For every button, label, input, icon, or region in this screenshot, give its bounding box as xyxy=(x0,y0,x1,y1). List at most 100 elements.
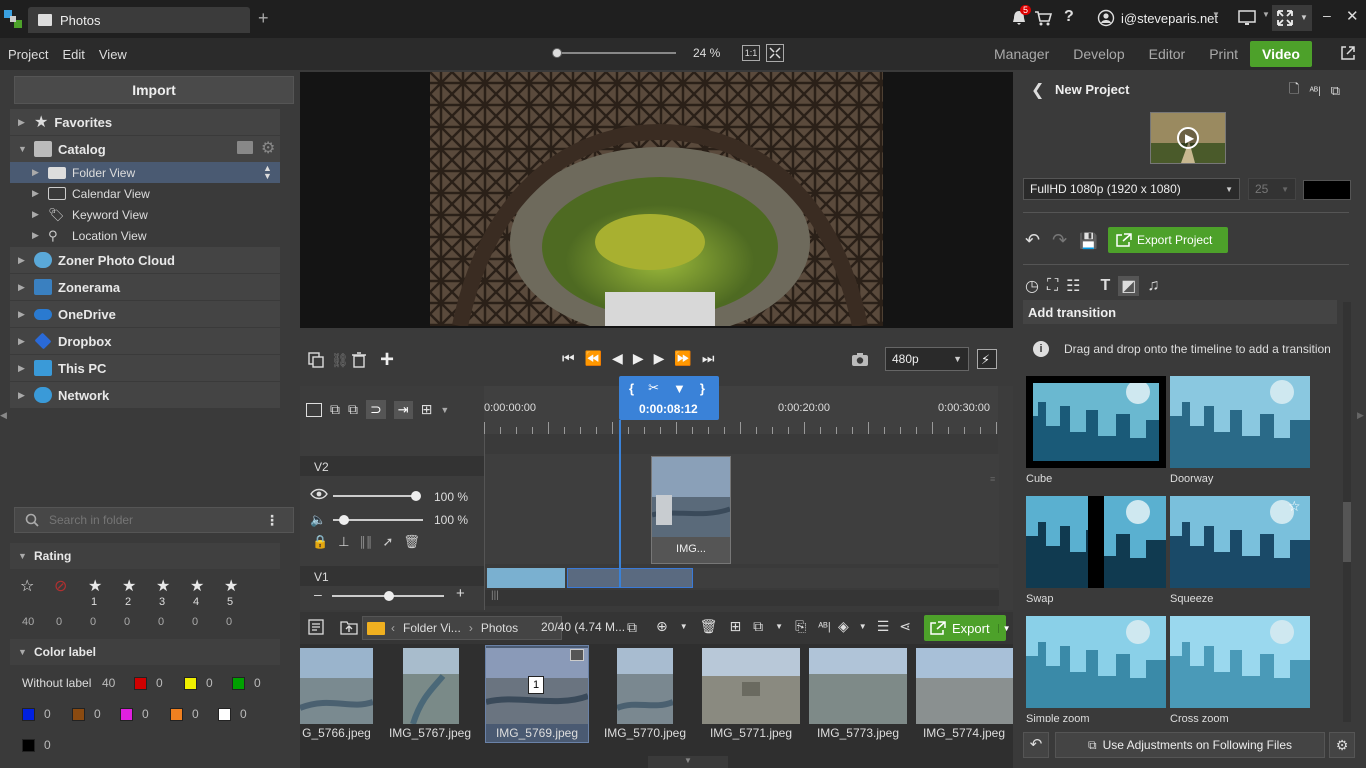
transition-tile[interactable] xyxy=(1026,376,1166,468)
prev-clip-icon[interactable]: ⏪ xyxy=(585,350,602,367)
monitor-icon[interactable] xyxy=(1238,9,1258,27)
menu-edit[interactable]: Edit xyxy=(62,47,84,62)
tree-dropbox[interactable]: ▶ Dropbox xyxy=(10,328,280,354)
color-label-swatch[interactable] xyxy=(72,708,85,721)
minimize-icon[interactable]: – xyxy=(1323,7,1331,23)
opacity-slider[interactable] xyxy=(333,491,421,501)
chevron-down-icon[interactable]: ▼ xyxy=(440,405,449,415)
add-folder-icon[interactable] xyxy=(237,141,253,154)
favorite-star-icon[interactable]: ☆ xyxy=(1288,498,1301,515)
more-options-icon[interactable]: ⋮ xyxy=(265,513,279,527)
ripple-icon[interactable]: ⇥ xyxy=(393,400,413,419)
next-clip-icon[interactable]: ⏩ xyxy=(674,350,691,367)
transition-tile[interactable] xyxy=(1170,376,1310,468)
resolution-select[interactable]: 480p ▼ xyxy=(885,347,969,371)
snap-magnet-icon[interactable]: ⊃ xyxy=(366,400,386,419)
rename-project-icon[interactable]: ᴬᴮ| xyxy=(1309,86,1320,97)
delete-icon[interactable]: 🗑 xyxy=(700,618,718,635)
export-project-button[interactable]: Export Project xyxy=(1108,227,1228,253)
volume-slider[interactable] xyxy=(333,515,423,525)
thumbnail[interactable] xyxy=(403,648,459,724)
close-icon[interactable]: ✕ xyxy=(1346,7,1359,25)
track-trash-icon[interactable]: 🗑 xyxy=(403,534,420,550)
user-email[interactable]: i@steveparis.net xyxy=(1121,11,1218,26)
tree-zoner-photo-cloud[interactable]: ▶ Zoner Photo Cloud xyxy=(10,247,280,273)
mode-editor[interactable]: Editor xyxy=(1137,41,1198,67)
thumbnail[interactable] xyxy=(809,648,907,724)
external-window-icon[interactable] xyxy=(1340,45,1356,61)
move-icon[interactable]: ⎘ xyxy=(795,618,806,635)
rejected-icon[interactable]: ⊘ xyxy=(54,576,67,596)
gear-icon[interactable]: ⚙ xyxy=(261,138,275,158)
v1-track[interactable] xyxy=(485,568,999,588)
playhead-line[interactable] xyxy=(619,420,621,588)
scissors-icon[interactable]: ✂ xyxy=(648,380,659,396)
rating-header[interactable]: ▼ Rating xyxy=(10,543,280,569)
panel-toggle-icon[interactable] xyxy=(306,402,322,417)
add-track-icon[interactable]: ⧉ xyxy=(330,401,340,418)
chevron-down-icon[interactable]: ▼ xyxy=(680,622,688,631)
copy-icon[interactable] xyxy=(308,352,324,368)
user-icon[interactable] xyxy=(1097,9,1115,27)
adjustments-icon[interactable]: ☷ xyxy=(1066,276,1080,296)
new-project-icon[interactable]: 🗋 xyxy=(1289,80,1299,102)
thumbnail[interactable] xyxy=(916,648,1013,724)
rename-icon[interactable]: ᴬᴮ| xyxy=(818,621,830,633)
menu-project[interactable]: Project xyxy=(8,47,48,62)
transition-tile[interactable] xyxy=(1026,496,1166,588)
add-to-timeline-icon[interactable]: ⊕ xyxy=(656,618,668,635)
fit-zoom-button[interactable] xyxy=(766,44,784,62)
fps-select[interactable]: 25 ▼ xyxy=(1248,178,1296,200)
help-icon[interactable]: ? xyxy=(1064,8,1074,26)
v2-clip[interactable]: IMG... xyxy=(651,456,731,564)
lock-icon[interactable]: 🔒 xyxy=(312,534,328,550)
export-button[interactable]: Export ▼ xyxy=(924,615,1011,641)
v2-track[interactable] xyxy=(485,454,999,564)
tree-onedrive[interactable]: ▶ OneDrive xyxy=(10,301,280,327)
back-arrow-button[interactable]: ↶ xyxy=(1023,732,1049,758)
settings-button[interactable]: ⚙ xyxy=(1329,732,1355,758)
new-folder-icon[interactable]: ⊞ xyxy=(729,618,741,635)
unrated-star-icon[interactable]: ☆ xyxy=(20,576,34,596)
eye-icon[interactable] xyxy=(310,488,328,500)
next-frame-icon[interactable]: ▶ xyxy=(654,350,665,367)
play-circle-icon[interactable]: ▶ xyxy=(1177,127,1199,149)
tree-zonerama[interactable]: ▶ Zonerama xyxy=(10,274,280,300)
sort-arrows-icon[interactable]: ▲ ▼ xyxy=(263,164,272,181)
chevron-down-icon[interactable]: ▼ xyxy=(1262,10,1270,19)
format-select[interactable]: FullHD 1080p (1920 x 1080) ▼ xyxy=(1023,178,1240,200)
marker-icon[interactable]: ▼ xyxy=(673,381,686,396)
chevron-down-icon[interactable]: ▼ xyxy=(997,623,1011,633)
color-label-swatch[interactable] xyxy=(184,677,197,690)
waveform-icon[interactable]: ∥∥ xyxy=(360,534,373,550)
timeline-zoom-handle[interactable] xyxy=(384,591,394,601)
breadcrumb-photos[interactable]: Photos xyxy=(481,621,518,635)
zoom-out-icon[interactable]: – xyxy=(314,586,322,602)
menu-view[interactable]: View xyxy=(99,47,127,62)
scrollbar-thumb[interactable] xyxy=(1343,502,1351,562)
zoom-1-1-button[interactable]: 1:1 xyxy=(742,45,760,61)
tracks-area[interactable]: IMG... ||| ≡ xyxy=(484,434,999,610)
back-icon[interactable]: ❮ xyxy=(1031,80,1044,100)
mark-out-icon[interactable]: } xyxy=(700,381,705,396)
mark-in-icon[interactable]: { xyxy=(629,381,634,396)
zoom-slider-handle[interactable] xyxy=(552,48,562,58)
mode-manager[interactable]: Manager xyxy=(982,41,1061,67)
timeline-ruler[interactable]: 0:00:00:00 0:00:20:00 0:00:30:00 xyxy=(484,386,998,434)
redo-icon[interactable]: ↷ xyxy=(1052,230,1067,251)
volume-slider-handle[interactable] xyxy=(339,515,349,525)
speaker-icon[interactable]: 🔈 xyxy=(310,512,326,528)
color-label-header[interactable]: ▼ Color label xyxy=(10,639,280,665)
playhead-marker[interactable]: { ✂ ▼ } 0:00:08:12 xyxy=(619,376,719,420)
search-box[interactable]: ⋮ xyxy=(14,507,294,533)
save-icon[interactable]: 💾 xyxy=(1079,232,1098,250)
mode-develop[interactable]: Develop xyxy=(1061,41,1136,67)
mode-print[interactable]: Print xyxy=(1197,41,1250,67)
chevron-down-icon[interactable]: ▼ xyxy=(1212,10,1220,19)
tree-calendar-view[interactable]: ▶ Calendar View xyxy=(10,183,280,204)
thumbnail[interactable] xyxy=(300,648,373,724)
tree-favorites[interactable]: ▶ ★ Favorites xyxy=(10,109,280,135)
cart-icon[interactable] xyxy=(1034,9,1052,27)
copy-to-icon[interactable]: ⧉ xyxy=(753,618,763,635)
collapse-right-icon[interactable]: ▶ xyxy=(1357,410,1364,421)
